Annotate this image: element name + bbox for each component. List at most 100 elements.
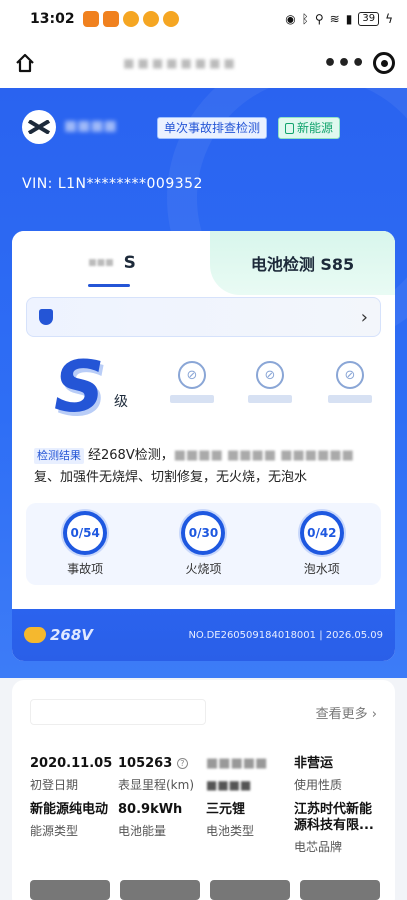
no-fire-icon: ⊘ [256,361,284,389]
detail-mileage: 105263 ? 表显里程(km) [118,756,206,792]
nav-title-blurred: ■■■■■■■■ [123,56,238,70]
new-energy-label: 新能源 [297,121,334,135]
detail-key: 初登日期 [30,778,79,792]
detail-value: 非营运 [294,756,334,771]
app-notification-icon [142,11,159,27]
detail-key: 电芯品牌 [294,840,343,854]
chevron-right-icon: › [371,706,377,722]
tab-left-blurred-text: ■■■ [88,258,114,268]
shield-icon [39,309,53,325]
detail-key: 使用性质 [294,778,343,792]
photo-thumbnail[interactable] [120,880,200,900]
result-text-start: 经268V检测， [88,448,174,463]
detail-key-blurred: ■■■■ [206,778,252,792]
photo-thumbnails [30,880,380,900]
see-more-label: 查看更多 [315,706,368,722]
app-notification-icon [122,11,139,27]
help-icon[interactable]: ? [176,758,188,769]
nav-bar: ■■■■■■■■ ••• [0,38,407,88]
report-card: 电池检测 S85 ■■■ S › S 级 ⊘ ⊘ ⊘ 检测结果 经268V检测，… [12,231,395,661]
grade-letter: S [54,346,105,428]
detail-value: 80.9kWh [118,802,183,817]
see-more-link[interactable]: 查看更多 › [316,703,377,722]
photo-thumbnail[interactable] [30,880,110,900]
result-text-blurred: ■■■■ ■■■■ ■■■■■■ [173,448,354,463]
counter-fire[interactable]: 0/30 火烧项 [158,511,248,577]
counter-label: 火烧项 [185,562,222,576]
detail-cell-brand: 江苏时代新能源科技有限... 电芯品牌 [294,802,380,854]
status-time: 13:02 [30,11,75,27]
details-header: 查看更多 › [12,692,395,732]
details-grid: 2020.11.05 初登日期 105263 ? 表显里程(km) ■■■■■ … [30,756,380,854]
detail-first-registration: 2020.11.05 初登日期 [30,756,118,792]
inspection-result: 检测结果 经268V检测，■■■■ ■■■■ ■■■■■■ 复、加强件无烧焊、切割… [34,445,379,489]
photo-thumbnail[interactable] [210,880,290,900]
counter-ring: 0/30 [181,511,226,555]
vin-text: VIN: L1N********009352 [22,176,203,192]
detail-key: 电池能量 [118,824,167,838]
counter-label: 事故项 [67,562,104,576]
counter-ring: 0/42 [299,511,344,555]
photo-thumbnail[interactable] [300,880,380,900]
detail-value-blurred: ■■■■■ [206,756,268,771]
grade-area: S 级 ⊘ ⊘ ⊘ [12,347,395,427]
active-tab-indicator [88,284,130,287]
no-accident-icon: ⊘ [178,361,206,389]
details-title-blurred [30,699,206,725]
status-right: ◉ ᛒ ⚲ ≋ ▮ 39 ϟ [285,12,393,26]
app-notification-icon [102,11,119,27]
notification-icons [82,11,179,27]
more-options-button[interactable]: ••• [323,51,365,76]
battery-tag-icon [285,122,294,134]
detail-energy-type: 新能源纯电动 能源类型 [30,802,118,854]
bluetooth-icon: ᛒ [301,12,309,26]
counter-accident[interactable]: 0/54 事故项 [40,511,130,577]
detail-key: 表显里程(km) [118,778,195,792]
app-notification-icon [162,11,179,27]
report-tabs: 电池检测 S85 ■■■ S [12,231,395,295]
detail-value: 105263 ? [118,756,206,772]
mini-program-close-icon[interactable] [373,52,395,74]
detail-value: 江苏时代新能源科技有限... [294,802,374,833]
hero-section: ■■■■ 单次事故排查检测 新能源 VIN: L1N********009352… [0,88,407,678]
inspection-type-tag: 单次事故排查检测 [157,117,268,139]
info-bar[interactable]: › [26,297,381,337]
chevron-right-icon: › [360,306,368,328]
new-energy-tag: 新能源 [278,117,341,139]
home-icon[interactable] [12,50,38,76]
counter-flood[interactable]: 0/42 泡水项 [277,511,367,577]
report-number: NO.DE260509184018001 | 2026.05.09 [188,629,383,641]
counter-label: 泡水项 [303,562,340,576]
tab-left-label: S [123,253,136,273]
detail-battery-energy: 80.9kWh 电池能量 [118,802,206,854]
report-footer: 268V NO.DE260509184018001 | 2026.05.09 [12,609,395,661]
vehicle-details-card: 查看更多 › 2020.11.05 初登日期 105263 ? 表显里程(km)… [12,680,395,900]
signal-icon: ▮ [345,12,353,26]
location-icon: ⚲ [314,12,324,26]
detail-key: 电池类型 [206,824,255,838]
detail-blurred: ■■■■■ ■■■■ [206,756,294,792]
detail-value: 新能源纯电动 [30,802,109,817]
detail-battery-type: 三元锂 电池类型 [206,802,294,854]
badge-no-fire: ⊘ [248,361,292,403]
grade-suffix: 级 [114,394,128,410]
brand-logo [22,110,56,144]
app-notification-icon [82,11,99,27]
status-bar: 13:02 ◉ ᛒ ⚲ ≋ ▮ 39 ϟ [0,0,407,38]
tab-battery-check[interactable]: 电池检测 S85 [210,231,395,295]
counter-ring: 0/54 [63,511,108,555]
detail-value: 三元锂 [206,802,246,817]
wifi-icon: ≋ [329,12,340,26]
inspection-counters: 0/54 事故项 0/30 火烧项 0/42 泡水项 [26,503,381,585]
result-text-end: 复、加强件无烧焊、切割修复，无火烧，无泡水 [34,470,308,485]
brand-name-blurred: ■■■■ [64,118,117,134]
badge-no-flood: ⊘ [328,361,372,403]
detail-value: 2020.11.05 [30,756,113,771]
battery-icon: 39 [358,12,380,26]
detail-key: 能源类型 [30,824,79,838]
no-flood-icon: ⊘ [336,361,364,389]
result-tag: 检测结果 [34,448,84,464]
detail-usage: 非营运 使用性质 [294,756,380,792]
badge-no-accident: ⊘ [170,361,214,403]
footer-logo: 268V [24,626,93,644]
